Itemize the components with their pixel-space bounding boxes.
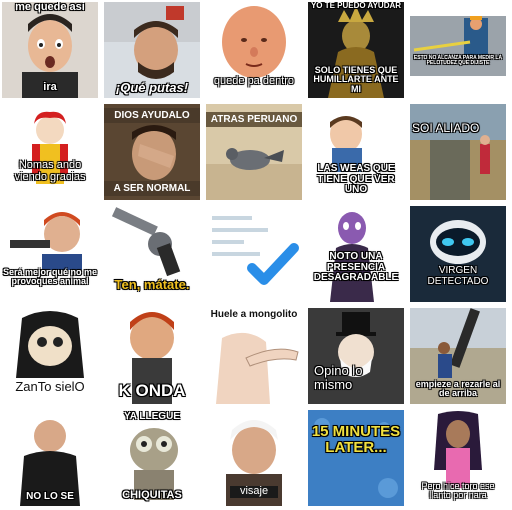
sticker-llanto-por-nara[interactable]: Pero hice toro ese llanto por nara [410, 410, 506, 506]
caption: Opino lo mismo [314, 363, 363, 392]
sticker-opino-lo-mismo[interactable]: Opino lo mismo [308, 308, 404, 404]
sticker-dios-ayudalo[interactable]: DIOS AYUDALO A SER NORMAL [104, 104, 200, 200]
caption: visaje [230, 486, 278, 498]
caption: 15 MINUTES LATER... [311, 423, 401, 456]
caption: ESTO NO ALCANZA PARA MEDIR LA PELOTUDEZ … [413, 55, 503, 67]
sticker-revolver[interactable]: Ten, mátate. [104, 206, 200, 302]
caption-bottom: ira [43, 81, 57, 94]
sticker-ya-llegue[interactable]: YA LLEGUE CHIQUITAS [104, 410, 200, 506]
sticker-humillarte[interactable]: YO TE PUEDO AYUDAR SOLO TIENES QUE HUMIL… [308, 2, 404, 98]
caption: NOTO UNA PRESENCIA DESAGRADABLE [313, 251, 399, 283]
caption: ZanTo sielO [15, 379, 85, 395]
sticker-huele-a-mongolito[interactable]: Huele a mongolito [206, 308, 302, 404]
sticker-visaje[interactable]: visaje [206, 410, 302, 506]
caption-top: YA LLEGUE [124, 411, 180, 422]
sticker-chucky-gun[interactable]: Será mejor qué no me provoques animal [2, 206, 98, 302]
sticker-que-putas[interactable]: ¡Qué putas! [104, 2, 200, 98]
caption: Pero hice toro ese llanto por nara [421, 481, 495, 501]
sticker-grid: me quede asi ira ¡Qué putas! quede pa de… [0, 0, 512, 510]
caption: Huele a mongolito [210, 309, 298, 320]
caption: NO LO SE [26, 490, 74, 502]
sticker-no-lo-se[interactable]: NO LO SE [2, 410, 98, 506]
sticker-rezarle[interactable]: empieze a rezarle al de arriba [410, 308, 506, 404]
robot-eve-image [410, 206, 506, 302]
sticker-quede-pa-dentro[interactable]: quede pa dentro [206, 2, 302, 98]
sniff-face-image [206, 308, 302, 404]
caption: Será mejor qué no me provoques animal [2, 267, 98, 287]
measuring-worker-image [410, 2, 506, 98]
sticker-ronald[interactable]: Nomas ando viendo gracias [2, 104, 98, 200]
caption-bottom: A SER NORMAL [104, 181, 200, 196]
caption: empieze a rezarle al de arriba [415, 379, 501, 399]
caption-bottom: SOLO TIENES QUE HUMILLARTE ANTE MI [313, 64, 399, 94]
caption: SOI ALIADO [412, 121, 480, 135]
caption-top: YO TE PUEDO AYUDAR [310, 2, 402, 10]
sticker-zanto-sielo[interactable]: ZanTo sielO [2, 308, 98, 404]
sticker-checkmark[interactable] [206, 206, 302, 302]
caption: LAS WEAS QUE TIENE QUE VER UNO [317, 163, 395, 195]
sticker-k-onda[interactable]: K ONDA [104, 308, 200, 404]
sticker-soi-aliado[interactable]: SOI ALIADO [410, 104, 506, 200]
doll-gun-image [2, 206, 98, 302]
caption: VIRGEN DETECTADO [427, 265, 489, 287]
caption-top: DIOS AYUDALO [104, 108, 200, 123]
caption: Ten, mátate. [114, 277, 190, 293]
sticker-virgen-detectado[interactable]: VIRGEN DETECTADO [410, 206, 506, 302]
sticker-pelotudez[interactable]: ESTO NO ALCANZA PARA MEDIR LA PELOTUDEZ … [410, 2, 506, 98]
caption: K ONDA [118, 381, 186, 401]
caption: quede pa dentro [213, 75, 295, 88]
caption: ATRAS PERUANO [206, 112, 302, 127]
gta-scene-image [410, 104, 506, 200]
caption: ¡Qué putas! [115, 80, 189, 96]
sticker-15-minutes-later[interactable]: 15 MINUTES LATER... [308, 410, 404, 506]
sticker-surprised-man[interactable]: me quede asi ira [2, 2, 98, 98]
checkmark-icon [206, 206, 302, 302]
clown-image [2, 104, 98, 200]
caption-bottom: CHIQUITAS [122, 489, 182, 502]
sticker-atras-peruano[interactable]: ATRAS PERUANO [206, 104, 302, 200]
caption: Nomas ando viendo gracias [14, 159, 86, 183]
sticker-las-weas[interactable]: LAS WEAS QUE TIENE QUE VER UNO [308, 104, 404, 200]
sticker-presencia[interactable]: NOTO UNA PRESENCIA DESAGRADABLE [308, 206, 404, 302]
caption-top: me quede asi [15, 2, 85, 13]
